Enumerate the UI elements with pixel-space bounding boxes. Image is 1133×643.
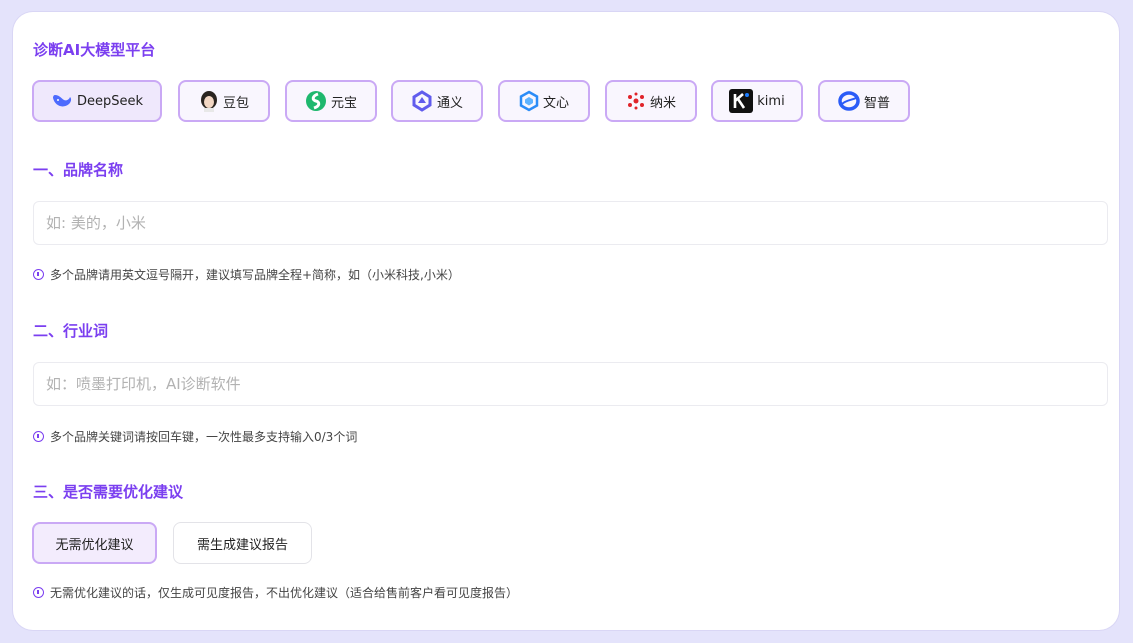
section-industry-heading: 二、行业词 bbox=[33, 322, 109, 340]
page-title: 诊断AI大模型平台 bbox=[33, 41, 156, 59]
platform-label: 纳米 bbox=[649, 95, 676, 111]
optimization-hint-text: 无需优化建议的话，仅生成可见度报告，不出优化建议（适合给售前客户看可见度报告） bbox=[50, 586, 519, 600]
platform-zhipu-button[interactable]: 智普 bbox=[818, 80, 910, 122]
doubao-avatar-icon bbox=[199, 90, 219, 112]
optimization-hint: 无需优化建议的话，仅生成可见度报告，不出优化建议（适合给售前客户看可见度报告） bbox=[33, 584, 518, 601]
brand-hint: 多个品牌请用英文逗号隔开，建议填写品牌全程+简称，如（小米科技,小米） bbox=[33, 266, 460, 283]
section-optimization-heading: 三、是否需要优化建议 bbox=[33, 483, 184, 501]
zhipu-icon bbox=[838, 90, 860, 112]
platform-yuanbao-button[interactable]: 元宝 bbox=[285, 80, 377, 122]
brand-hint-text: 多个品牌请用英文逗号隔开，建议填写品牌全程+简称，如（小米科技,小米） bbox=[50, 268, 460, 282]
industry-hint-text: 多个品牌关键词请按回车键，一次性最多支持输入0/3个词 bbox=[50, 430, 358, 444]
info-icon bbox=[33, 431, 44, 442]
info-icon bbox=[33, 587, 44, 598]
info-icon bbox=[33, 269, 44, 280]
yuanbao-icon bbox=[305, 90, 327, 112]
platform-label: 文心 bbox=[542, 95, 569, 111]
platform-nami-button[interactable]: 纳米 bbox=[605, 80, 697, 122]
option-generate-report-button[interactable]: 需生成建议报告 bbox=[173, 522, 312, 564]
platform-label: kimi bbox=[757, 93, 785, 109]
industry-hint: 多个品牌关键词请按回车键，一次性最多支持输入0/3个词 bbox=[33, 428, 357, 445]
deepseek-whale-icon bbox=[51, 92, 73, 110]
wenxin-icon bbox=[519, 90, 539, 112]
platform-label: 通义 bbox=[436, 95, 463, 111]
platform-tongyi-button[interactable]: 通义 bbox=[391, 80, 483, 122]
kimi-icon bbox=[729, 89, 754, 113]
form-card: 诊断AI大模型平台 DeepSeek 豆包 元宝 通义 文心 纳米 kimi 智… bbox=[13, 12, 1119, 630]
industry-keyword-input[interactable] bbox=[33, 362, 1108, 406]
brand-name-input[interactable] bbox=[33, 201, 1108, 245]
nami-icon bbox=[626, 91, 646, 111]
platform-label: 豆包 bbox=[222, 95, 249, 111]
platform-wenxin-button[interactable]: 文心 bbox=[498, 80, 590, 122]
section-brand-heading: 一、品牌名称 bbox=[33, 161, 124, 179]
platform-label: 智普 bbox=[863, 95, 890, 111]
option-no-suggestions-button[interactable]: 无需优化建议 bbox=[32, 522, 157, 564]
platform-label: 元宝 bbox=[330, 95, 357, 111]
platform-deepseek-button[interactable]: DeepSeek bbox=[32, 80, 162, 122]
tongyi-icon bbox=[411, 90, 433, 112]
platform-kimi-button[interactable]: kimi bbox=[711, 80, 803, 122]
platform-label: DeepSeek bbox=[76, 93, 144, 109]
platform-doubao-button[interactable]: 豆包 bbox=[178, 80, 270, 122]
